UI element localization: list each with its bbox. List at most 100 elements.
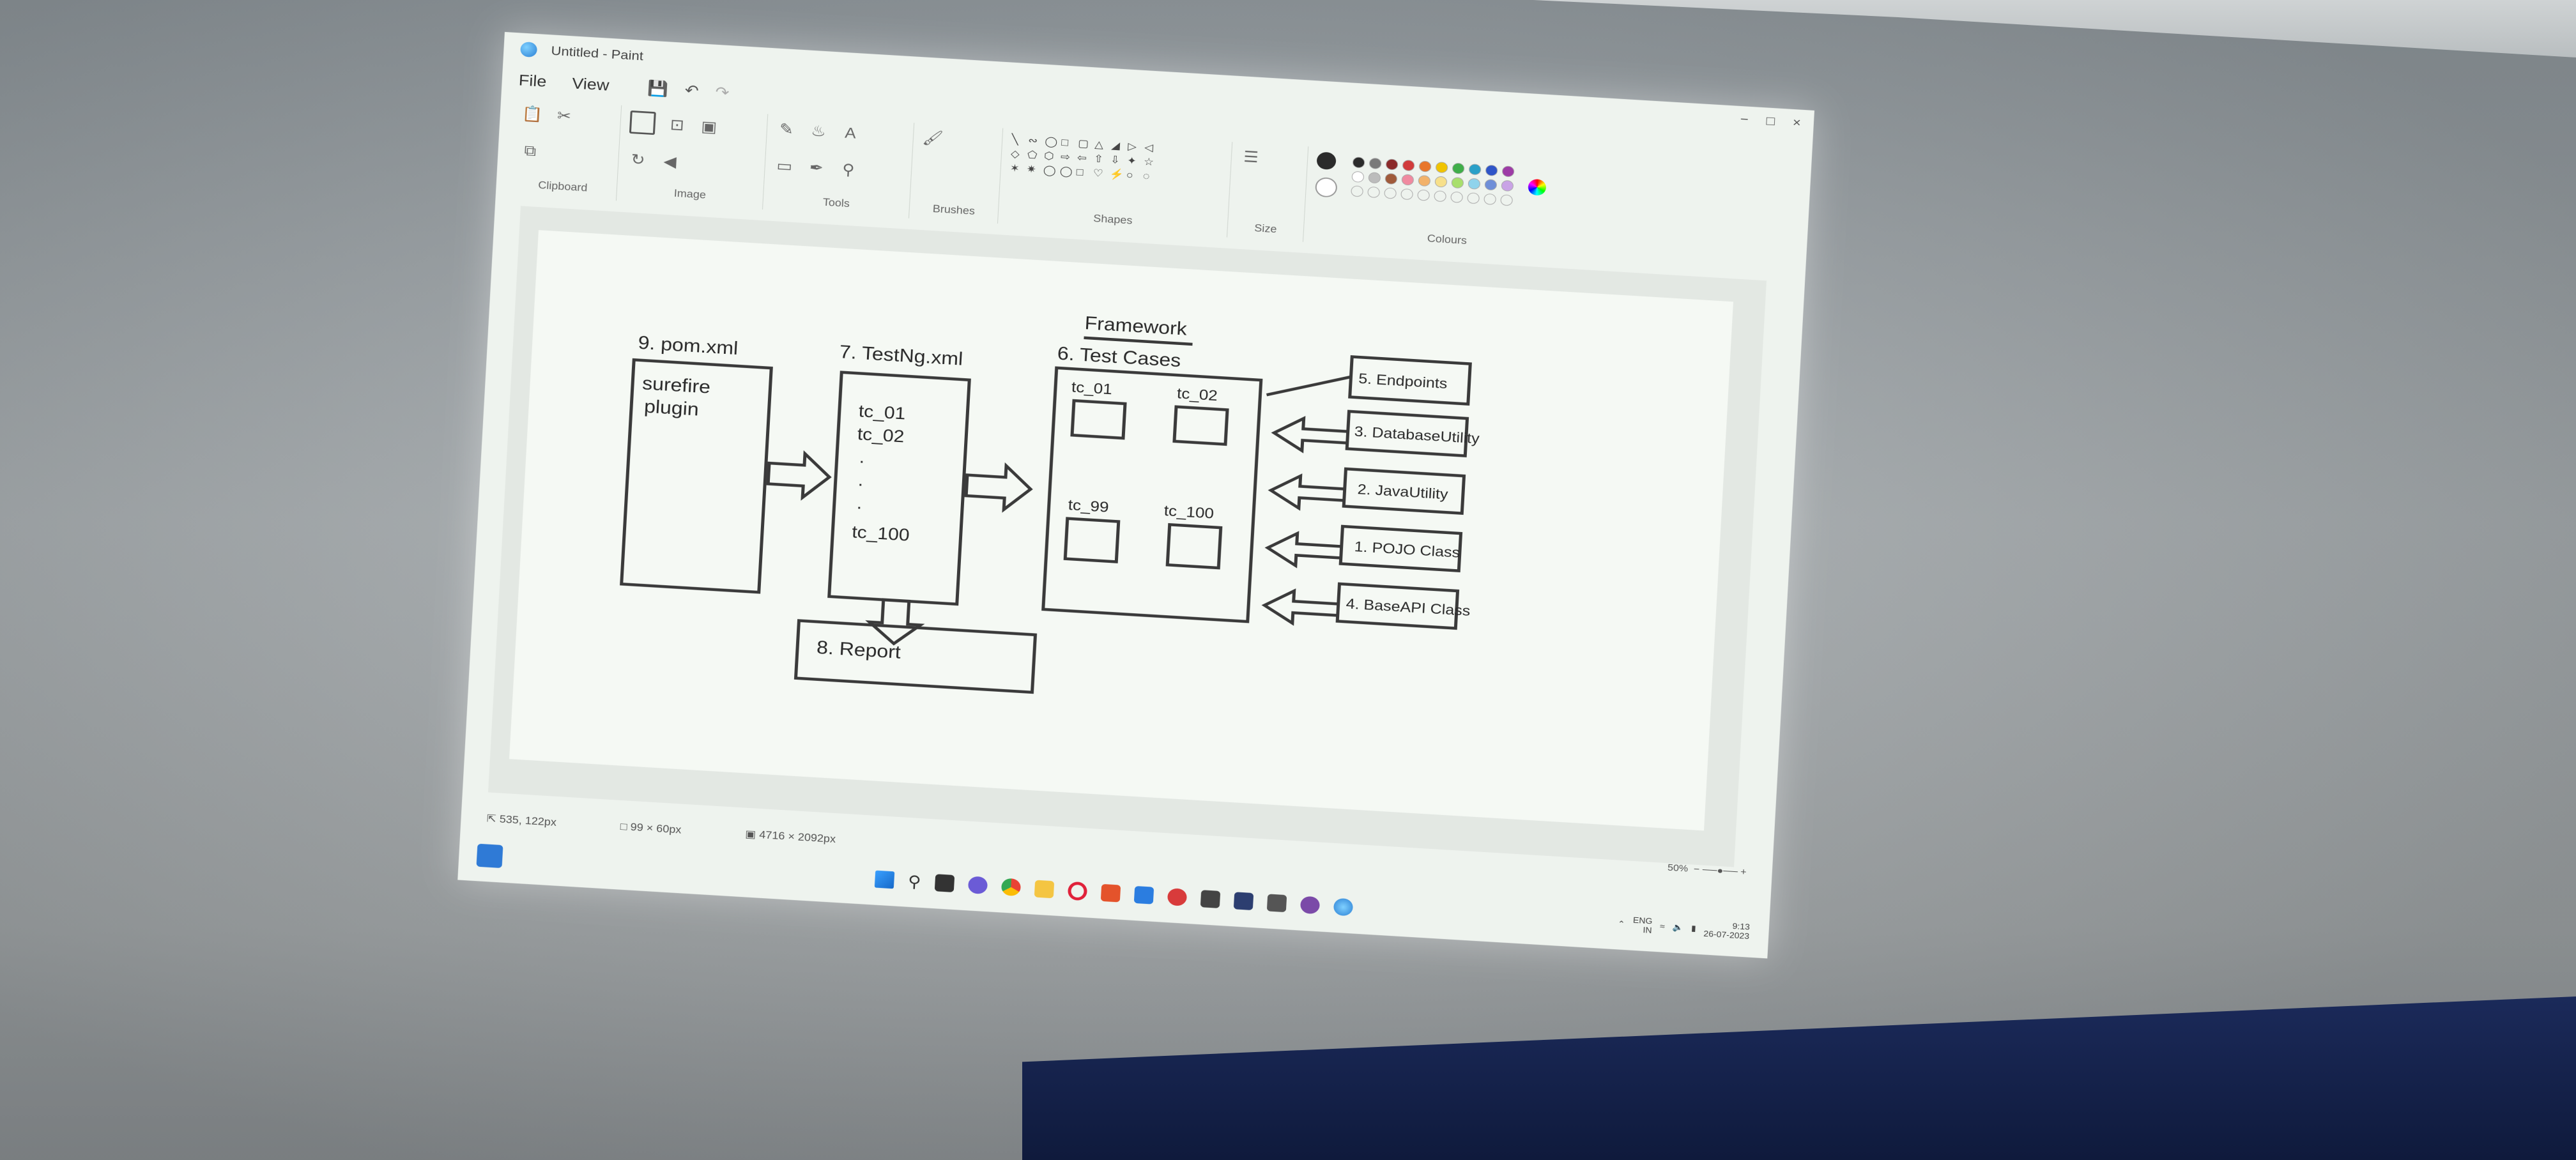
close-button[interactable]: × <box>1792 115 1801 130</box>
app-icon[interactable] <box>1234 892 1254 911</box>
magnifier-icon[interactable]: ⚲ <box>838 160 859 180</box>
endpoints-connector <box>1266 375 1352 397</box>
group-label-image: Image <box>673 187 707 201</box>
secondary-colour-swatch[interactable] <box>1314 176 1338 198</box>
resize-icon[interactable]: ▣ <box>698 117 720 137</box>
canvas-size: ▣ 4716 × 2092px <box>744 827 836 845</box>
app-icon[interactable] <box>1267 894 1287 913</box>
colour-swatch[interactable] <box>1352 156 1365 169</box>
empty-colour-slot[interactable] <box>1450 191 1464 203</box>
brushes-group: 🖌 Brushes <box>908 123 1004 224</box>
colour-swatch[interactable] <box>1468 178 1481 190</box>
arrow-testng-to-testcases <box>964 462 1033 513</box>
chevron-up-icon[interactable]: ⌃ <box>1618 919 1626 929</box>
arrow-pom-to-testng <box>766 450 832 501</box>
volume-icon[interactable]: 🔈 <box>1672 922 1683 932</box>
colour-swatch[interactable] <box>1452 162 1465 174</box>
menu-file[interactable]: File <box>518 71 547 91</box>
pencil-icon[interactable]: ✎ <box>776 119 797 139</box>
color-picker-icon[interactable]: ✒ <box>806 158 827 178</box>
colour-swatch[interactable] <box>1402 159 1415 171</box>
clock[interactable]: 9:13 26-07-2023 <box>1703 920 1750 940</box>
empty-colour-slot[interactable] <box>1367 186 1381 198</box>
line-size-icon[interactable]: ☰ <box>1240 147 1262 167</box>
chat-icon[interactable] <box>968 876 988 895</box>
colour-swatch[interactable] <box>1351 171 1365 183</box>
colour-swatch[interactable] <box>1368 157 1382 169</box>
colour-swatch[interactable] <box>1418 160 1432 172</box>
office-icon[interactable] <box>1101 883 1121 903</box>
empty-colour-slot[interactable] <box>1384 187 1397 199</box>
language-indicator[interactable]: ENG IN <box>1632 915 1653 935</box>
testng-title: 7. TestNg.xml <box>839 341 963 369</box>
app-icon[interactable] <box>1167 888 1188 906</box>
app-icon[interactable] <box>1200 890 1221 908</box>
start-icon[interactable] <box>874 870 894 889</box>
rotate-icon[interactable]: ↻ <box>627 150 649 170</box>
colour-swatch[interactable] <box>1401 173 1414 186</box>
empty-colour-slot[interactable] <box>1400 188 1414 200</box>
eraser-icon[interactable]: ▭ <box>774 156 795 176</box>
empty-colour-slot[interactable] <box>1500 194 1514 206</box>
redo-icon[interactable]: ↷ <box>715 83 730 102</box>
task-view-icon[interactable] <box>935 874 955 893</box>
quick-access: 💾 ↶ ↷ <box>647 79 730 102</box>
minimize-button[interactable]: − <box>1740 112 1749 127</box>
cut-icon[interactable]: ✂ <box>553 106 575 126</box>
colour-swatch[interactable] <box>1435 161 1448 173</box>
brush-icon[interactable]: 🖌 <box>922 128 944 148</box>
colour-swatch[interactable] <box>1468 163 1482 175</box>
store-icon[interactable] <box>1134 885 1154 904</box>
colour-swatch[interactable] <box>1484 178 1498 191</box>
zoom-control[interactable]: 50% − ──●── + <box>1667 863 1747 878</box>
colour-swatch[interactable] <box>1385 158 1399 171</box>
text-tool-icon[interactable]: A <box>839 123 861 143</box>
colour-swatch[interactable] <box>1434 176 1448 188</box>
save-icon[interactable]: 💾 <box>647 79 669 98</box>
select-icon[interactable] <box>629 110 656 135</box>
empty-colour-slot[interactable] <box>1483 193 1497 205</box>
colour-swatch[interactable] <box>1451 176 1464 188</box>
colour-swatch[interactable] <box>1418 174 1431 187</box>
search-icon[interactable]: ⚲ <box>907 871 921 891</box>
drawing-canvas[interactable]: Framework 9. pom.xml surefire plugin 7. … <box>509 230 1733 831</box>
empty-colour-slot[interactable] <box>1417 189 1430 201</box>
testcases-box <box>1041 366 1263 623</box>
app-icon[interactable] <box>1300 896 1321 915</box>
colour-swatch[interactable] <box>1501 179 1514 192</box>
empty-colour-slot[interactable] <box>1351 185 1364 197</box>
paint-taskbar-icon[interactable] <box>1333 897 1354 917</box>
fill-icon[interactable]: ♨ <box>808 121 829 141</box>
battery-icon[interactable]: ▮ <box>1691 923 1697 933</box>
colour-swatch[interactable] <box>1384 172 1398 185</box>
group-label-shapes: Shapes <box>1092 212 1133 227</box>
system-tray: ⌃ ENG IN ≈ 🔈 ▮ 9:13 26-07-2023 <box>1616 903 1751 951</box>
pom-line2: plugin <box>643 396 699 420</box>
right-box-label: 3. DatabaseUtility <box>1354 424 1480 447</box>
copy-icon[interactable]: ⧉ <box>519 141 541 161</box>
arrow-testng-to-report <box>865 598 925 646</box>
cursor-position: ⇱ 535, 122px <box>486 812 557 828</box>
size-group: ☰ Size <box>1227 142 1309 242</box>
wifi-icon[interactable]: ≈ <box>1660 922 1665 931</box>
primary-colour-swatch[interactable] <box>1316 151 1337 171</box>
colour-swatch[interactable] <box>1368 171 1381 184</box>
colour-swatch[interactable] <box>1485 164 1498 176</box>
chrome-icon[interactable] <box>1001 878 1022 897</box>
shapes-gallery[interactable]: ╲ ∾ ◯ □ ▢ △ ◢ ▷ ◁ ◇ ⬠ ⬡ ⇨ ⇦ ⇧ ⇩ ✦ ☆ ✶ ✷ ◯ ◯ □ ♡ ⚡ ○ ◌ <box>1009 134 1223 187</box>
edit-colours-icon[interactable] <box>1528 178 1547 196</box>
file-explorer-icon[interactable] <box>1034 880 1055 899</box>
colour-swatch[interactable] <box>1501 165 1515 178</box>
empty-colour-slot[interactable] <box>1467 192 1480 204</box>
crop-icon[interactable]: ⊡ <box>666 115 688 135</box>
testng-item: tc_01 <box>858 401 906 424</box>
undo-icon[interactable]: ↶ <box>684 81 699 100</box>
menu-view[interactable]: View <box>572 74 610 94</box>
empty-colour-slot[interactable] <box>1434 190 1447 202</box>
flip-icon[interactable]: ◀ <box>659 152 681 172</box>
opera-icon[interactable] <box>1067 881 1088 901</box>
selection-size: □ 99 × 60px <box>620 820 682 836</box>
maximize-button[interactable]: □ <box>1766 114 1775 129</box>
paste-icon[interactable]: 📋 <box>521 104 543 124</box>
zoom-slider[interactable]: − ──●── + <box>1690 864 1747 878</box>
